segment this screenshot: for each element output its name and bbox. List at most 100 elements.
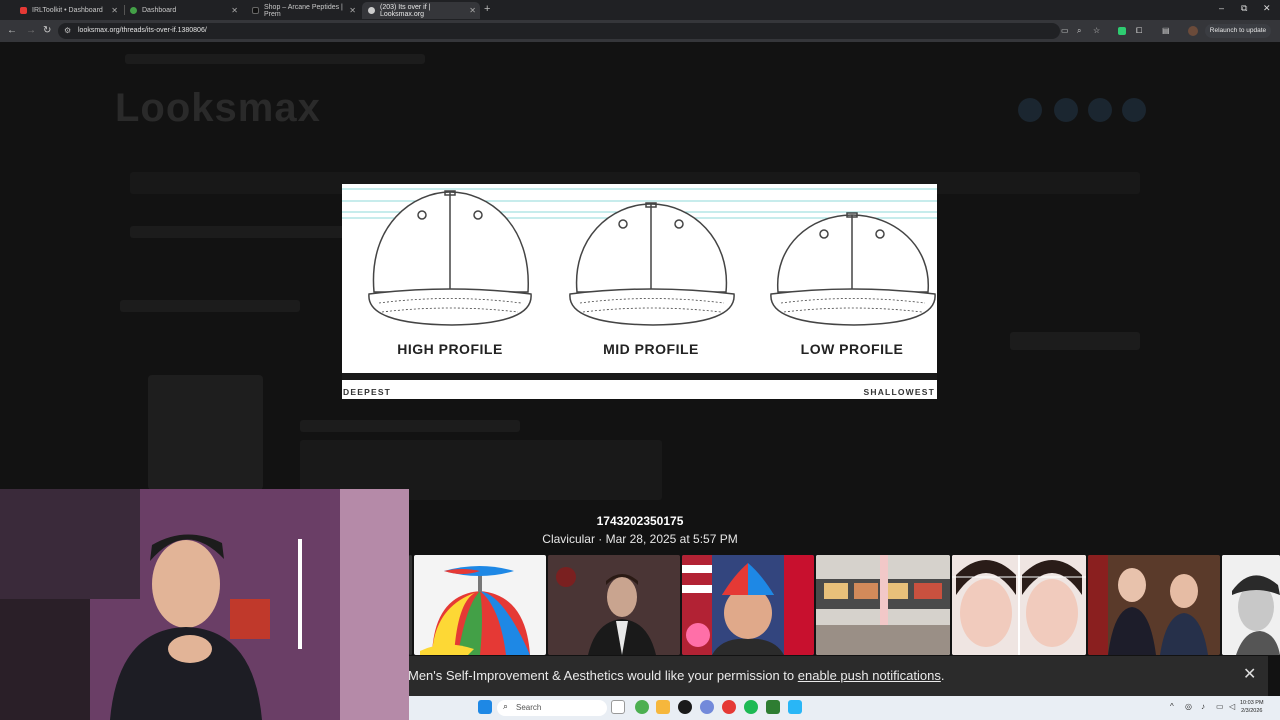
tab-label: Shop – Arcane Peptides | Prem xyxy=(264,3,343,18)
dashboard-favicon-icon xyxy=(130,7,137,14)
notes-app-icon[interactable] xyxy=(766,700,780,714)
restaurant-thumbnail-icon xyxy=(816,555,950,655)
forward-arrow-icon[interactable]: → xyxy=(26,25,36,36)
notification-message: Men's Self-Improvement & Aesthetics woul… xyxy=(408,668,945,683)
image-caption-meta: Clavicular · Mar 28, 2025 at 5:57 PM xyxy=(542,532,738,546)
ghost-post-avatar xyxy=(148,375,263,490)
enable-notifications-link[interactable]: enable push notifications xyxy=(798,668,941,683)
screen: IRLToolkit • Dashboard ✕ Dashboard ✕ Sho… xyxy=(0,0,1280,720)
cast-icon[interactable]: ▭ xyxy=(1061,26,1069,35)
ghost-buttons xyxy=(1010,332,1140,350)
network-icon[interactable]: ◎ xyxy=(1185,702,1192,711)
minimize-icon[interactable]: – xyxy=(1219,3,1224,13)
thumbnail-old-men[interactable] xyxy=(1088,555,1220,655)
spotify-app-icon[interactable] xyxy=(744,700,758,714)
url-text[interactable]: looksmax.org/threads/its-over-if.1380806… xyxy=(78,27,207,34)
extension-green-icon[interactable] xyxy=(1118,27,1126,35)
tab-looksmax[interactable]: (203) Its over if | Looksmax.org ✕ xyxy=(362,2,480,19)
arcane-favicon-icon xyxy=(252,7,259,14)
high-profile-cap-icon xyxy=(368,190,532,326)
ghost-site-logo: Looksmax xyxy=(115,86,321,130)
mic-icon[interactable]: ♪ xyxy=(1201,702,1205,711)
taskbar-clock[interactable]: 10:03 PM 2/3/2026 xyxy=(1240,699,1264,715)
close-tab-icon[interactable]: ✕ xyxy=(469,6,476,15)
low-profile-cap-icon xyxy=(770,212,936,326)
thumbnail-man-propeller-hat[interactable] xyxy=(682,555,814,655)
site-info-icon[interactable]: ⚙ xyxy=(64,26,71,35)
depth-shallowest-label: SHALLOWEST xyxy=(863,387,935,397)
extensions-puzzle-icon[interactable]: ⧠ xyxy=(1136,26,1142,36)
close-tab-icon[interactable]: ✕ xyxy=(349,6,356,15)
chrome-app-icon[interactable] xyxy=(635,700,649,714)
depth-scale-bar xyxy=(342,373,937,380)
cap-sketch-thumbnail-icon xyxy=(1222,555,1280,655)
propeller-cap-thumbnail-icon xyxy=(420,566,530,655)
zoom-icon[interactable]: ⌕ xyxy=(1077,26,1081,36)
ghost-post-line xyxy=(300,420,520,432)
address-bar[interactable] xyxy=(58,23,1060,39)
man-in-suit-thumbnail-icon xyxy=(548,555,680,655)
notification-text: Men's Self-Improvement & Aesthetics woul… xyxy=(408,668,795,683)
taskbar-search-label: Search xyxy=(516,703,542,712)
app-icon[interactable] xyxy=(788,700,802,714)
clock-date: 2/3/2026 xyxy=(1241,708,1263,714)
ghost-social-icon xyxy=(1054,98,1078,122)
display-icon[interactable]: ▭ xyxy=(1216,702,1224,711)
tab-irltoolkit[interactable]: IRLToolkit • Dashboard ✕ xyxy=(14,2,122,19)
irltoolkit-favicon-icon xyxy=(20,7,27,14)
close-window-icon[interactable]: ✕ xyxy=(1263,3,1271,14)
thumbnail-face-comparison[interactable] xyxy=(952,555,1086,655)
man-propeller-hat-thumbnail-icon xyxy=(682,555,814,655)
tab-dashboard[interactable]: Dashboard ✕ xyxy=(124,2,242,19)
tab-label: (203) Its over if | Looksmax.org xyxy=(380,3,431,18)
ghost-top-links xyxy=(125,54,425,64)
bookmark-star-icon[interactable]: ☆ xyxy=(1093,26,1100,35)
hat-profiles-illustration xyxy=(342,188,937,326)
tab-arcane-peptides[interactable]: Shop – Arcane Peptides | Prem ✕ xyxy=(246,2,360,19)
search-icon: ⌕ xyxy=(503,701,509,711)
close-tab-icon[interactable]: ✕ xyxy=(231,6,238,15)
tab-label: Dashboard xyxy=(142,7,177,14)
mid-profile-label: MID PROFILE xyxy=(603,341,699,357)
profile-avatar[interactable] xyxy=(1188,26,1198,36)
back-arrow-icon[interactable]: ← xyxy=(7,25,17,36)
ghost-breadcrumb xyxy=(130,226,370,238)
file-explorer-icon[interactable] xyxy=(656,700,670,714)
thumbnail-propeller-cap[interactable] xyxy=(414,555,546,655)
streamer-webcam-icon xyxy=(0,489,409,720)
relaunch-button[interactable]: Relaunch to update xyxy=(1205,24,1271,38)
ghost-social-icon xyxy=(1122,98,1146,122)
looksmax-favicon-icon xyxy=(368,7,375,14)
depth-deepest-label: DEEPEST xyxy=(343,387,392,397)
discord-app-icon[interactable] xyxy=(700,700,714,714)
reload-icon[interactable]: ↻ xyxy=(43,25,51,36)
old-men-thumbnail-icon xyxy=(1088,555,1220,655)
face-comparison-thumbnail-icon xyxy=(952,555,1086,655)
obs-app-icon[interactable] xyxy=(678,700,692,714)
thumbnail-man-in-suit[interactable] xyxy=(548,555,680,655)
taskbar-search[interactable] xyxy=(497,700,607,716)
clock-time: 10:03 PM xyxy=(1240,700,1264,706)
thumbnail-partial[interactable] xyxy=(409,555,412,655)
thumbnail-restaurant[interactable] xyxy=(816,555,950,655)
ghost-social-icon xyxy=(1018,98,1042,122)
volume-icon[interactable]: ◁ xyxy=(1229,702,1235,711)
start-windows-icon[interactable] xyxy=(478,700,492,714)
ghost-social-icon xyxy=(1088,98,1112,122)
webcam-overlay xyxy=(0,489,409,720)
mid-profile-cap-icon xyxy=(569,202,735,326)
image-caption-title: 1743202350175 xyxy=(596,514,684,528)
side-panel-icon[interactable]: ▤ xyxy=(1162,26,1170,35)
new-tab-button[interactable]: + xyxy=(484,3,490,15)
low-profile-label: LOW PROFILE xyxy=(800,341,904,357)
tab-label: IRLToolkit • Dashboard xyxy=(32,7,103,14)
restore-icon[interactable]: ⧉ xyxy=(1241,3,1247,14)
close-icon[interactable]: ✕ xyxy=(1243,664,1256,684)
tray-chevron-icon[interactable]: ^ xyxy=(1170,702,1174,711)
notification-suffix: . xyxy=(940,668,945,683)
task-view-icon[interactable] xyxy=(611,700,625,714)
lightbox-image[interactable]: HIGH PROFILE MID PROFILE LOW PROFILE DEE… xyxy=(342,184,937,399)
thumbnail-cap-sketch[interactable] xyxy=(1222,555,1280,655)
close-tab-icon[interactable]: ✕ xyxy=(111,6,118,15)
browser-app-icon[interactable] xyxy=(722,700,736,714)
